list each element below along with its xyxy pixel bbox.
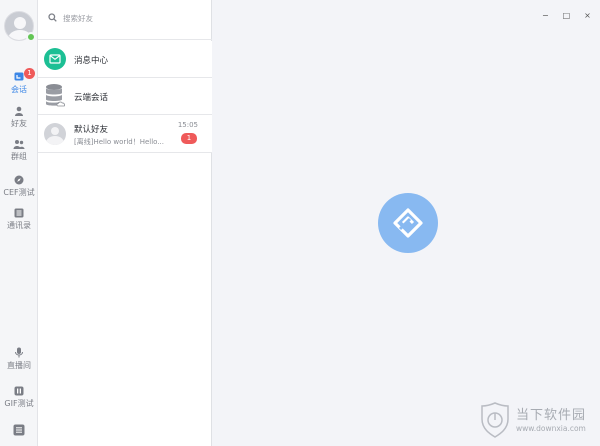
friend-message-time: 15:05 — [177, 121, 198, 129]
friend-name: 默认好友 — [74, 125, 109, 135]
main-area: − □ × — [212, 0, 600, 446]
user-avatar[interactable] — [4, 11, 36, 42]
nav-item-live-room[interactable]: 直播间 — [0, 347, 38, 371]
nav-item-cef-test[interactable]: CEF测试 — [0, 175, 38, 198]
database-cloud-icon — [46, 84, 65, 107]
nav-label-groups: 群组 — [11, 152, 27, 161]
cloud-chat-title: 云端会话 — [74, 93, 109, 103]
message-center-title: 消息中心 — [74, 56, 109, 66]
nav-item-gif-test[interactable]: GIF测试 — [0, 386, 38, 409]
list-item-cloud-chat[interactable]: 云端会话 — [38, 78, 212, 115]
friend-last-message: [离线]Hello world！Hello... — [74, 138, 164, 146]
menu-button[interactable] — [0, 424, 38, 438]
watermark-url: www.downxia.com — [516, 424, 586, 433]
search-bar[interactable]: 搜索好友 — [38, 0, 212, 40]
window-controls: − □ × — [536, 3, 594, 23]
watermark: 当下软件园 www.downxia.com — [480, 402, 598, 442]
search-icon — [48, 13, 57, 22]
app-logo — [378, 193, 438, 253]
nav-item-groups[interactable]: 群组 — [0, 139, 38, 162]
person-icon — [15, 106, 23, 116]
nav-rail: 会话 1 好友 群组 CEF测试 通讯录 直播间 GIF测试 — [0, 0, 38, 446]
message-center-icon — [44, 48, 66, 70]
nav-label-live-room: 直播间 — [7, 361, 31, 370]
list-item-default-friend[interactable]: 默认好友 [离线]Hello world！Hello... 15:05 1 — [38, 115, 212, 153]
sessions-unread-badge: 1 — [24, 68, 35, 79]
compass-icon — [14, 175, 24, 185]
chat-icon — [14, 72, 24, 81]
menu-icon — [13, 424, 25, 436]
nav-label-cef-test: CEF测试 — [3, 188, 35, 197]
list-item-message-center[interactable]: 消息中心 — [38, 41, 212, 78]
session-list-panel: 搜索好友 消息中心 云端会话 默认好友 [离线]Hello world！Hell… — [38, 0, 212, 446]
pause-icon — [14, 386, 24, 396]
nav-item-friends[interactable]: 好友 — [0, 106, 38, 129]
shield-icon — [481, 402, 509, 438]
watermark-title: 当下软件园 — [516, 408, 587, 423]
group-icon — [13, 140, 25, 149]
app-logo-icon — [393, 208, 423, 238]
close-button[interactable]: × — [581, 11, 594, 23]
nav-label-sessions: 会话 — [11, 85, 27, 94]
microphone-icon — [15, 347, 23, 358]
search-input[interactable]: 搜索好友 — [63, 13, 93, 24]
nav-label-friends: 好友 — [11, 119, 27, 128]
nav-label-contacts: 通讯录 — [7, 221, 31, 230]
friend-avatar — [44, 123, 66, 145]
contacts-icon — [14, 208, 24, 218]
nav-label-gif-test: GIF测试 — [4, 399, 34, 408]
nav-item-contacts[interactable]: 通讯录 — [0, 208, 38, 231]
friend-unread-badge: 1 — [181, 133, 197, 144]
maximize-button[interactable]: □ — [560, 11, 573, 23]
minimize-button[interactable]: − — [539, 11, 552, 23]
nav-item-sessions[interactable]: 会话 1 — [0, 68, 38, 95]
online-status-dot — [26, 32, 36, 42]
